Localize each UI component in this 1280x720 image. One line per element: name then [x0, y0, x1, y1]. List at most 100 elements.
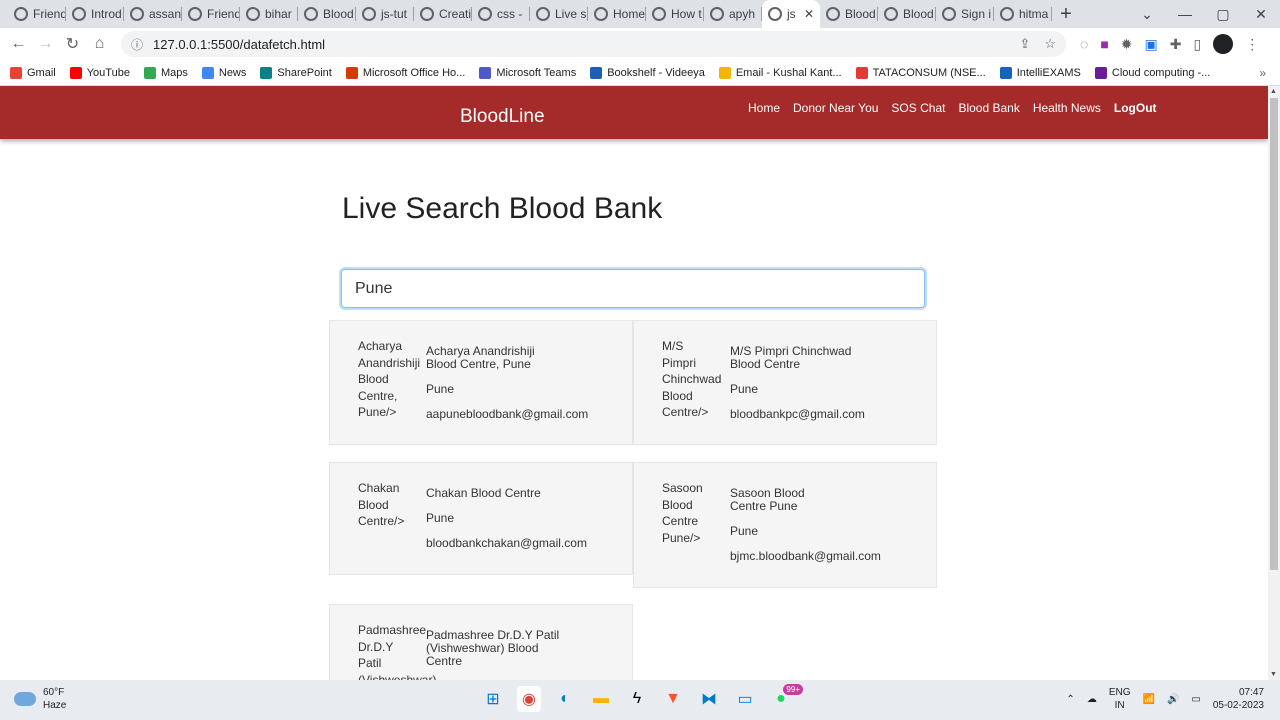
- chrome-icon[interactable]: ◉: [517, 686, 541, 712]
- name-line: Pune/>: [358, 405, 397, 419]
- extensions-area: ◌ ■ ✹ ▣ ✚ ▯ ⋮: [1080, 34, 1259, 54]
- tab-search-icon[interactable]: ⌄: [1128, 0, 1166, 28]
- bookmark-favicon-icon: [479, 66, 492, 79]
- file-explorer-icon[interactable]: ▬: [589, 686, 613, 712]
- nav-link[interactable]: Health News: [1033, 101, 1101, 115]
- tab-favicon-icon: [130, 7, 144, 21]
- browser-tab[interactable]: assan: [124, 0, 182, 28]
- onedrive-icon[interactable]: ☁: [1087, 694, 1097, 705]
- browser-tab[interactable]: Sign i: [936, 0, 994, 28]
- home-icon[interactable]: ⌂: [86, 35, 113, 53]
- search-input[interactable]: Pune: [341, 269, 925, 308]
- browser-tab[interactable]: js ✕: [762, 0, 820, 28]
- wifi-icon[interactable]: 📶: [1142, 694, 1154, 705]
- extension-icon[interactable]: ◌: [1080, 36, 1088, 52]
- tab-favicon-icon: [14, 7, 28, 21]
- bookmark-item[interactable]: Email - Kushal Kant...: [718, 66, 842, 79]
- edge-icon[interactable]: ◐: [553, 686, 577, 712]
- bookmark-item[interactable]: SharePoint: [260, 66, 332, 79]
- bookmark-item[interactable]: Maps: [143, 66, 188, 79]
- vscode-icon[interactable]: ⧓: [697, 686, 721, 712]
- result-name-lines: Chakan Blood Centre/>: [358, 480, 426, 574]
- bookmarks-more-icon[interactable]: »: [1259, 66, 1266, 80]
- browser-tab[interactable]: bihar: [240, 0, 298, 28]
- browser-tab[interactable]: js-tut: [356, 0, 414, 28]
- app-icon[interactable]: ϟ: [625, 686, 649, 712]
- window-app-icon[interactable]: ▭: [733, 686, 757, 712]
- address-bar[interactable]: ⓘ 127.0.0.1:5500/datafetch.html ⇪ ☆: [121, 31, 1066, 57]
- name-line: Acharya: [358, 339, 403, 353]
- maximize-button[interactable]: ▢: [1204, 0, 1242, 28]
- tab-label: css -: [497, 7, 523, 21]
- browser-tab[interactable]: Friend: [8, 0, 66, 28]
- weather-cloud-icon: [14, 692, 36, 706]
- scroll-down-icon[interactable]: ▼: [1270, 671, 1277, 678]
- profile-avatar[interactable]: [1213, 34, 1234, 54]
- extension-icon[interactable]: ✹: [1121, 36, 1133, 53]
- nav-logout[interactable]: LogOut: [1114, 101, 1157, 115]
- close-tab-icon[interactable]: ✕: [804, 7, 814, 21]
- clock[interactable]: 07:47 05-02-2023: [1213, 686, 1264, 712]
- browser-tab[interactable]: Live s: [530, 0, 588, 28]
- site-brand[interactable]: BloodLine: [460, 106, 545, 128]
- start-icon[interactable]: ⊞: [481, 686, 505, 712]
- whatsapp-icon[interactable]: ● 99+: [769, 684, 803, 712]
- brave-icon[interactable]: ▼: [661, 686, 685, 712]
- back-icon[interactable]: ←: [5, 35, 32, 53]
- menu-icon[interactable]: ⋮: [1245, 36, 1259, 53]
- browser-tab[interactable]: Blood: [298, 0, 356, 28]
- bookmark-item[interactable]: Bookshelf - Videeya: [590, 66, 705, 79]
- volume-icon[interactable]: 🔊: [1167, 694, 1179, 705]
- browser-tab[interactable]: Home: [588, 0, 646, 28]
- puzzle-icon[interactable]: ✚: [1170, 36, 1182, 53]
- browser-tab[interactable]: apyh: [704, 0, 762, 28]
- result-details: Padmashree Dr.D.Y Patil (Vishweshwar) Bl…: [426, 622, 566, 680]
- bookmark-item[interactable]: Microsoft Teams: [479, 66, 576, 79]
- nav-link[interactable]: Blood Bank: [958, 101, 1019, 115]
- bookmarks-bar: Gmail YouTube Maps News SharePoint Microsoft …: [0, 60, 1280, 86]
- page-scrollbar[interactable]: ▲ ▼: [1268, 86, 1280, 680]
- browser-tab[interactable]: css -: [472, 0, 530, 28]
- chevron-up-icon[interactable]: ⌃: [1066, 694, 1074, 705]
- battery-icon[interactable]: ▭: [1191, 694, 1200, 705]
- browser-tab[interactable]: Creati: [414, 0, 472, 28]
- share-icon[interactable]: ⇪: [1019, 36, 1030, 52]
- browser-tab[interactable]: Introd: [66, 0, 124, 28]
- browser-tab[interactable]: Blood: [878, 0, 936, 28]
- bookmark-star-icon[interactable]: ☆: [1044, 36, 1056, 52]
- reload-icon[interactable]: ↻: [59, 34, 86, 54]
- nav-link[interactable]: Donor Near You: [793, 101, 878, 115]
- nav-link[interactable]: Home: [748, 101, 780, 115]
- bookmark-item[interactable]: IntelliEXAMS: [999, 66, 1081, 79]
- url-text: 127.0.0.1:5500/datafetch.html: [153, 36, 326, 52]
- tab-favicon-icon: [478, 7, 492, 21]
- bookmark-label: IntelliEXAMS: [1016, 66, 1081, 79]
- bookmark-item[interactable]: Cloud computing -...: [1094, 66, 1210, 79]
- extension-icon[interactable]: ▣: [1145, 36, 1158, 53]
- taskbar-apps: ⊞ ◉ ◐ ▬ ϟ ▼ ⧓ ▭ ● 99+: [481, 684, 803, 712]
- site-info-icon[interactable]: ⓘ: [131, 36, 143, 53]
- weather-temp: 60°F: [43, 687, 65, 698]
- nav-link[interactable]: SOS Chat: [891, 101, 945, 115]
- bookmark-favicon-icon: [590, 66, 603, 79]
- new-tab-button[interactable]: +: [1052, 0, 1080, 28]
- bookmark-item[interactable]: YouTube: [69, 66, 130, 79]
- bookmark-item[interactable]: TATACONSUM (NSE...: [855, 66, 986, 79]
- language-indicator[interactable]: ENG IN: [1109, 686, 1131, 712]
- bookmark-item[interactable]: News: [201, 66, 246, 79]
- extension-icon[interactable]: ■: [1100, 36, 1108, 52]
- bookmark-item[interactable]: Gmail: [10, 66, 56, 79]
- side-panel-icon[interactable]: ▯: [1194, 36, 1202, 53]
- browser-tab[interactable]: Friend: [182, 0, 240, 28]
- browser-tab[interactable]: How t: [646, 0, 704, 28]
- weather-widget[interactable]: 60°F Haze: [14, 686, 66, 712]
- scrollbar-thumb[interactable]: [1270, 98, 1278, 570]
- tab-favicon-icon: [188, 7, 202, 21]
- minimize-button[interactable]: —: [1166, 0, 1204, 28]
- browser-tab[interactable]: hitma: [994, 0, 1052, 28]
- forward-icon[interactable]: →: [32, 35, 59, 53]
- browser-tab[interactable]: Blood: [820, 0, 878, 28]
- close-window-button[interactable]: ✕: [1242, 0, 1280, 28]
- scroll-up-icon[interactable]: ▲: [1270, 88, 1277, 95]
- bookmark-item[interactable]: Microsoft Office Ho...: [345, 66, 465, 79]
